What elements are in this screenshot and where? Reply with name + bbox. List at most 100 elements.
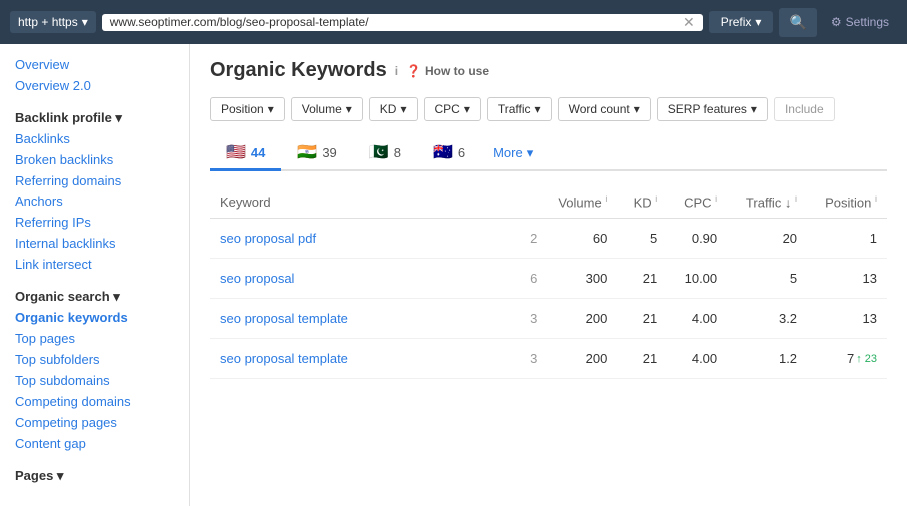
sidebar-item-content-gap[interactable]: Content gap [0, 433, 189, 454]
sidebar-item-overview[interactable]: Overview [0, 54, 189, 75]
cpc-cell: 10.00 [667, 259, 727, 299]
protocol-select[interactable]: http + https ▾ [10, 11, 96, 33]
sidebar-item-top-subdomains[interactable]: Top subdomains [0, 370, 189, 391]
country-tab-au[interactable]: 🇦🇺 6 [417, 136, 481, 171]
sidebar-section-pages[interactable]: Pages ▾ [0, 462, 189, 486]
filter-volume-arrow: ▾ [346, 102, 352, 116]
country-tabs: 🇺🇸 44 🇮🇳 39 🇵🇰 8 🇦🇺 6 More ▾ [210, 136, 887, 171]
position-cell: 13 [807, 299, 887, 339]
page-title-row: Organic Keywords i ❓ How to use [210, 59, 887, 82]
cpc-cell: 4.00 [667, 339, 727, 379]
keyword-link[interactable]: seo proposal template [220, 351, 348, 366]
filter-kd[interactable]: KD ▾ [369, 97, 418, 121]
sidebar-item-competing-domains[interactable]: Competing domains [0, 391, 189, 412]
traffic-cell: 3.2 [727, 299, 807, 339]
table-row: seo proposal63002110.00513 [210, 259, 887, 299]
filter-volume[interactable]: Volume ▾ [291, 97, 363, 121]
filter-kd-label: KD [380, 102, 397, 116]
table-row: seo proposal pdf26050.90201 [210, 219, 887, 259]
col-traffic: Traffic ↓ i [727, 186, 807, 219]
layout: Overview Overview 2.0 Backlink profile ▾… [0, 44, 907, 506]
sidebar-item-top-pages[interactable]: Top pages [0, 328, 189, 349]
sidebar-item-backlinks[interactable]: Backlinks [0, 128, 189, 149]
filter-traffic[interactable]: Traffic ▾ [487, 97, 552, 121]
position-badge: 7 ↑ 23 [847, 351, 877, 366]
prefix-arrow: ▾ [755, 15, 761, 29]
prefix-select[interactable]: Prefix ▾ [709, 11, 774, 33]
table-row: seo proposal template 3200214.001.2 7 ↑ 23 [210, 339, 887, 379]
pk-flag: 🇵🇰 [369, 142, 389, 162]
sidebar-item-broken-backlinks[interactable]: Broken backlinks [0, 149, 189, 170]
filter-word-count-arrow: ▾ [634, 102, 640, 116]
sidebar-item-referring-ips[interactable]: Referring IPs [0, 212, 189, 233]
filter-position-label: Position [221, 102, 264, 116]
cpc-cell: 4.00 [667, 299, 727, 339]
us-flag: 🇺🇸 [226, 142, 246, 162]
col2-cell: 6 [507, 259, 547, 299]
filter-position[interactable]: Position ▾ [210, 97, 285, 121]
sidebar-item-internal-backlinks[interactable]: Internal backlinks [0, 233, 189, 254]
settings-button[interactable]: ⚙ Settings [823, 11, 897, 33]
title-info-icon[interactable]: i [395, 64, 398, 78]
au-count: 6 [458, 145, 465, 160]
prefix-label: Prefix [721, 15, 752, 29]
country-tab-in[interactable]: 🇮🇳 39 [281, 136, 352, 171]
sidebar-item-top-subfolders[interactable]: Top subfolders [0, 349, 189, 370]
sidebar-item-overview2[interactable]: Overview 2.0 [0, 75, 189, 96]
more-label: More [493, 145, 523, 160]
col2-cell: 3 [507, 299, 547, 339]
traffic-cell: 20 [727, 219, 807, 259]
url-clear-icon[interactable]: ✕ [683, 14, 695, 31]
volume-cell: 200 [547, 339, 617, 379]
main-content: Organic Keywords i ❓ How to use Position… [190, 44, 907, 506]
gear-icon: ⚙ [831, 15, 842, 29]
how-to-use-link[interactable]: ❓ How to use [406, 64, 489, 78]
keyword-cell: seo proposal template [210, 339, 507, 379]
country-tab-us[interactable]: 🇺🇸 44 [210, 136, 281, 171]
sidebar-item-organic-keywords[interactable]: Organic keywords [0, 307, 189, 328]
include-button[interactable]: Include [774, 97, 835, 121]
us-count: 44 [251, 145, 265, 160]
keyword-link[interactable]: seo proposal pdf [220, 231, 316, 246]
position-cell: 13 [807, 259, 887, 299]
filter-position-arrow: ▾ [268, 102, 274, 116]
filter-cpc[interactable]: CPC ▾ [424, 97, 481, 121]
volume-cell: 200 [547, 299, 617, 339]
in-flag: 🇮🇳 [297, 142, 317, 162]
keyword-cell: seo proposal [210, 259, 507, 299]
filter-cpc-arrow: ▾ [464, 102, 470, 116]
cpc-cell: 0.90 [667, 219, 727, 259]
keyword-link[interactable]: seo proposal [220, 271, 294, 286]
in-count: 39 [322, 145, 336, 160]
filter-traffic-arrow: ▾ [535, 102, 541, 116]
table-row: seo proposal template3200214.003.213 [210, 299, 887, 339]
col2-cell: 3 [507, 339, 547, 379]
sidebar-section-backlink[interactable]: Backlink profile ▾ [0, 104, 189, 128]
col2-cell: 2 [507, 219, 547, 259]
filter-serp-arrow: ▾ [751, 102, 757, 116]
filter-word-count[interactable]: Word count ▾ [558, 97, 651, 121]
page-title: Organic Keywords [210, 59, 387, 82]
sidebar-item-referring-domains[interactable]: Referring domains [0, 170, 189, 191]
country-tab-pk[interactable]: 🇵🇰 8 [353, 136, 417, 171]
position-cell: 7 ↑ 23 [807, 339, 887, 379]
filter-cpc-label: CPC [435, 102, 460, 116]
sidebar-item-anchors[interactable]: Anchors [0, 191, 189, 212]
traffic-cell: 1.2 [727, 339, 807, 379]
keyword-link[interactable]: seo proposal template [220, 311, 348, 326]
sidebar-section-organic[interactable]: Organic search ▾ [0, 283, 189, 307]
top-bar: http + https ▾ www.seoptimer.com/blog/se… [0, 0, 907, 44]
kd-cell: 21 [617, 339, 667, 379]
sidebar-item-competing-pages[interactable]: Competing pages [0, 412, 189, 433]
search-button[interactable]: 🔍 [779, 8, 816, 37]
settings-label: Settings [846, 15, 889, 29]
filter-serp-features[interactable]: SERP features ▾ [657, 97, 768, 121]
sidebar-item-link-intersect[interactable]: Link intersect [0, 254, 189, 275]
more-button[interactable]: More ▾ [481, 139, 545, 167]
keyword-cell: seo proposal template [210, 299, 507, 339]
col-empty [507, 186, 547, 219]
protocol-label: http + https [18, 15, 78, 29]
how-to-use-label: How to use [425, 64, 489, 78]
sidebar: Overview Overview 2.0 Backlink profile ▾… [0, 44, 190, 506]
keyword-cell: seo proposal pdf [210, 219, 507, 259]
